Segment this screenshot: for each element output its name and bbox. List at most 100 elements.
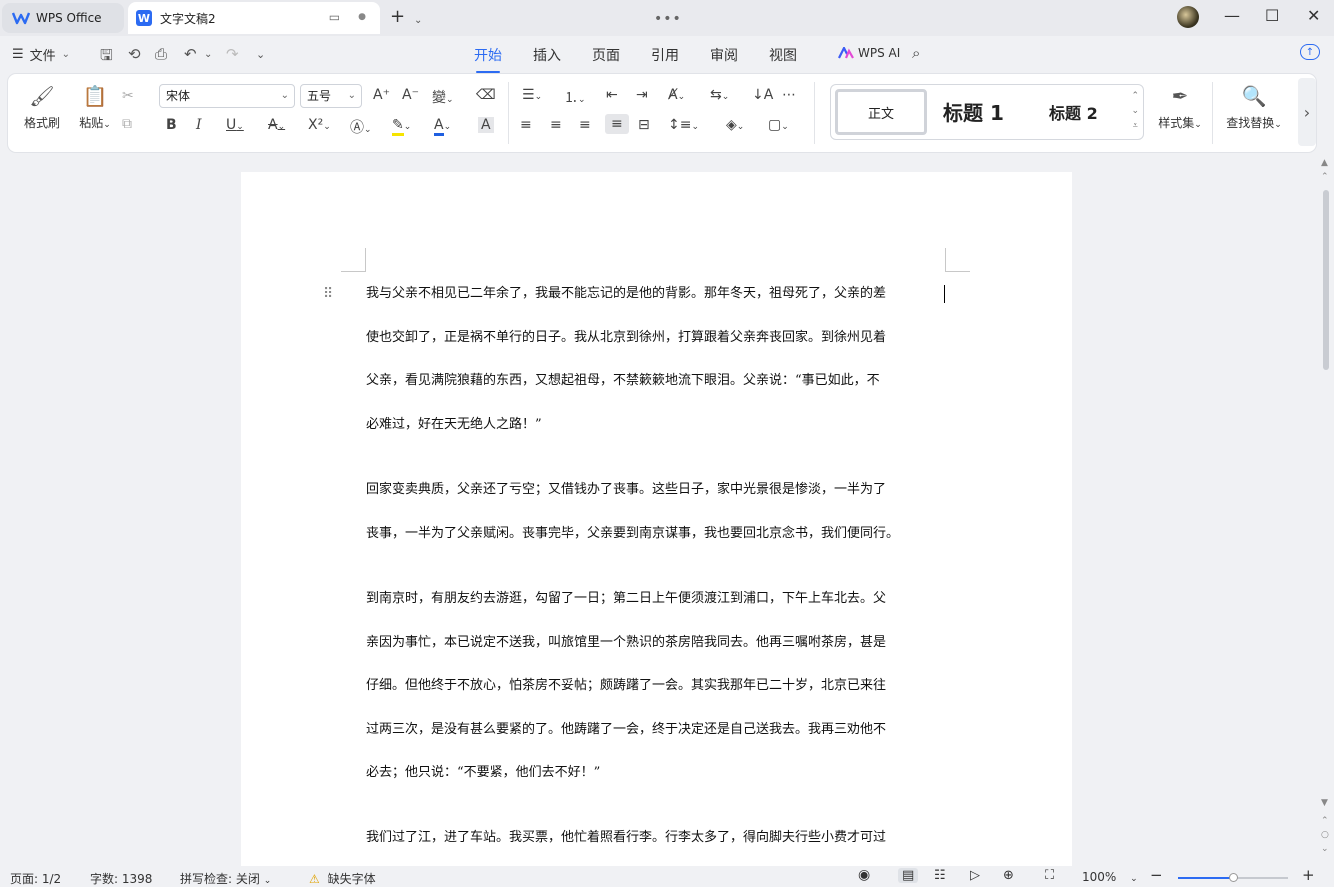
sort-icon[interactable]: ↓A [752, 87, 773, 103]
wps-ai-button[interactable]: WPS AI [838, 46, 900, 60]
italic-icon[interactable]: I [196, 117, 202, 133]
cut-icon[interactable]: ✂ [122, 88, 134, 104]
more-dots-icon[interactable]: ••• [654, 10, 682, 28]
increase-indent-icon[interactable]: ⇥ [636, 87, 648, 103]
new-tab-button[interactable]: + [390, 8, 405, 26]
minimize-icon[interactable]: — [1224, 6, 1240, 25]
border-icon[interactable]: ▢⌄ [768, 117, 789, 133]
export-icon[interactable]: ⟲ [128, 45, 141, 63]
tab-document[interactable]: W 文字文稿2 ▭ ● [128, 2, 380, 34]
unsaved-dot-icon[interactable]: ● [358, 12, 366, 22]
style-heading-2[interactable]: 标题 2 [1049, 100, 1098, 124]
page-view-icon[interactable]: ▤ [898, 868, 919, 883]
bold-icon[interactable]: B [166, 117, 177, 133]
zoom-slider[interactable] [1178, 873, 1288, 882]
tab-page[interactable]: 页面 [592, 45, 620, 65]
clear-format-icon[interactable]: ⌫ [476, 87, 496, 103]
paragraph-4[interactable]: 我们过了江，进了车站。我买票，他忙着照看行李。行李太多了，得向脚夫行些小费才可过 [366, 827, 948, 871]
superscript-icon[interactable]: X²⌄ [308, 117, 331, 133]
format-painter-button[interactable]: 🖌 格式刷 [20, 84, 64, 131]
font-size-select[interactable]: 五号 ⌄ [300, 84, 362, 108]
show-marks-icon[interactable]: ⋯ [782, 87, 796, 103]
text-effect-icon[interactable]: Ⓐ⌄ [350, 117, 372, 137]
text-direction-icon[interactable]: Ⱥ⌄ [668, 87, 685, 103]
shading-icon[interactable]: ◈⌄ [726, 117, 744, 133]
search-icon[interactable]: ⌕ [912, 44, 920, 62]
align-left-icon[interactable]: ≡ [520, 117, 532, 133]
tab-view[interactable]: 视图 [769, 45, 797, 65]
ribbon-scroll-right-button[interactable]: › [1298, 78, 1316, 146]
style-set-button[interactable]: ✒ 样式集⌄ [1150, 84, 1210, 131]
font-color-icon[interactable]: A⌄ [434, 117, 451, 136]
spell-check-toggle[interactable]: 拼写检查: 关闭 ⌄ [180, 870, 271, 887]
vertical-scrollbar[interactable]: ▲ ⌃ ▼ ⌃ ○ ⌄ [1320, 158, 1332, 864]
tab-home[interactable]: 开始 [474, 45, 502, 73]
scroll-page-up-icon[interactable]: ⌃ [1321, 172, 1329, 182]
word-count[interactable]: 字数: 1398 [90, 870, 152, 887]
distribute-icon[interactable]: ⊟ [638, 117, 650, 133]
align-center-icon[interactable]: ≡ [550, 117, 562, 133]
chevron-down-icon[interactable]: ⌄ [1131, 104, 1139, 119]
close-icon[interactable]: ✕ [1307, 6, 1320, 25]
undo-icon[interactable]: ↶ [184, 45, 197, 63]
text-swap-icon[interactable]: ⇆⌄ [710, 87, 729, 103]
page-indicator[interactable]: 页面: 1/2 [10, 870, 61, 887]
quick-access-more-icon[interactable]: ⌄ [256, 48, 265, 61]
paragraph-2[interactable]: 回家变卖典质，父亲还了亏空；又借钱办了丧事。这些日子，家中光景很是惨淡，一半为了… [366, 479, 948, 566]
document-page[interactable]: ⠿ 我与父亲不相见已二年余了，我最不能忘记的是他的背影。那年冬天，祖母死了，父亲… [241, 172, 1072, 872]
tab-list-chevron-icon[interactable]: ⌄ [414, 12, 422, 30]
align-right-icon[interactable]: ≡ [579, 117, 591, 133]
print-icon[interactable]: ⎙ [155, 45, 167, 63]
save-icon[interactable]: 🖫 [100, 45, 113, 70]
tab-review[interactable]: 审阅 [710, 45, 738, 65]
undo-dropdown-icon[interactable]: ⌄ [204, 49, 212, 60]
line-spacing-icon[interactable]: ↕≡⌄ [668, 117, 699, 133]
paragraph-1[interactable]: 我与父亲不相见已二年余了，我最不能忘记的是他的背影。那年冬天，祖母死了，父亲的差… [366, 283, 948, 457]
style-gallery-scroll[interactable]: ⌃ ⌄ ⩡ [1131, 89, 1139, 134]
zoom-in-button[interactable]: + [1302, 866, 1315, 884]
browse-object-icon[interactable]: ○ [1321, 830, 1329, 840]
justify-icon[interactable]: ≡ [605, 114, 629, 134]
eye-protection-icon[interactable]: ◉ [858, 867, 870, 883]
expand-gallery-icon[interactable]: ⩡ [1131, 119, 1139, 134]
zoom-slider-knob[interactable] [1229, 873, 1238, 882]
paragraph-3[interactable]: 到南京时，有朋友约去游逛，勾留了一日；第二日上午便须渡江到浦口，下午上车北去。父… [366, 588, 948, 806]
grow-font-icon[interactable]: A⁺ [373, 87, 390, 103]
play-view-icon[interactable]: ▷ [970, 868, 980, 883]
char-shading-icon[interactable]: A [478, 117, 494, 133]
bullet-list-icon[interactable]: ☰⌄ [522, 87, 542, 103]
scrollbar-thumb[interactable] [1323, 190, 1329, 370]
decrease-indent-icon[interactable]: ⇤ [606, 87, 618, 103]
avatar[interactable] [1177, 6, 1199, 28]
next-page-icon[interactable]: ⌄ [1321, 844, 1329, 854]
outline-view-icon[interactable]: ☷ [934, 868, 946, 883]
missing-font-button[interactable]: ⚠ 缺失字体 [309, 870, 376, 887]
shrink-font-icon[interactable]: A⁻ [402, 87, 419, 103]
phonetic-guide-icon[interactable]: 變⌄ [432, 87, 454, 107]
style-normal[interactable]: 正文 [835, 89, 927, 135]
scroll-up-icon[interactable]: ▲ [1321, 158, 1328, 168]
chevron-up-icon[interactable]: ⌃ [1131, 89, 1139, 104]
copy-icon[interactable]: ⧉ [122, 116, 132, 132]
redo-icon[interactable]: ↷ [226, 45, 239, 63]
tab-insert[interactable]: 插入 [533, 45, 561, 65]
zoom-select[interactable]: 100% ⌄ [1082, 870, 1138, 884]
cloud-sync-icon[interactable]: ↑ [1300, 44, 1320, 60]
tab-references[interactable]: 引用 [651, 45, 679, 65]
file-menu-button[interactable]: ☰ 文件 ⌄ [12, 45, 70, 64]
monitor-icon[interactable]: ▭ [329, 10, 340, 24]
scroll-down-icon[interactable]: ▼ [1321, 798, 1328, 808]
paste-button[interactable]: 📋 粘贴⌄ [70, 84, 120, 131]
underline-icon[interactable]: U⌄ [226, 117, 244, 133]
fit-page-icon[interactable]: ⛶ [1045, 868, 1054, 883]
drag-handle-icon[interactable]: ⠿ [323, 286, 333, 302]
highlight-icon[interactable]: ✎⌄ [392, 117, 411, 136]
strikethrough-icon[interactable]: A⌄ [268, 117, 285, 133]
maximize-icon[interactable]: ☐ [1265, 6, 1279, 25]
numbered-list-icon[interactable]: ⒈⌄ [564, 87, 586, 107]
tab-wps-home[interactable]: WPS Office [2, 3, 124, 33]
style-heading-1[interactable]: 标题 1 [943, 97, 1004, 126]
web-view-icon[interactable]: ⊕ [1003, 868, 1014, 883]
prev-page-icon[interactable]: ⌃ [1321, 816, 1329, 826]
find-replace-button[interactable]: 🔍 查找替换⌄ [1220, 84, 1288, 131]
